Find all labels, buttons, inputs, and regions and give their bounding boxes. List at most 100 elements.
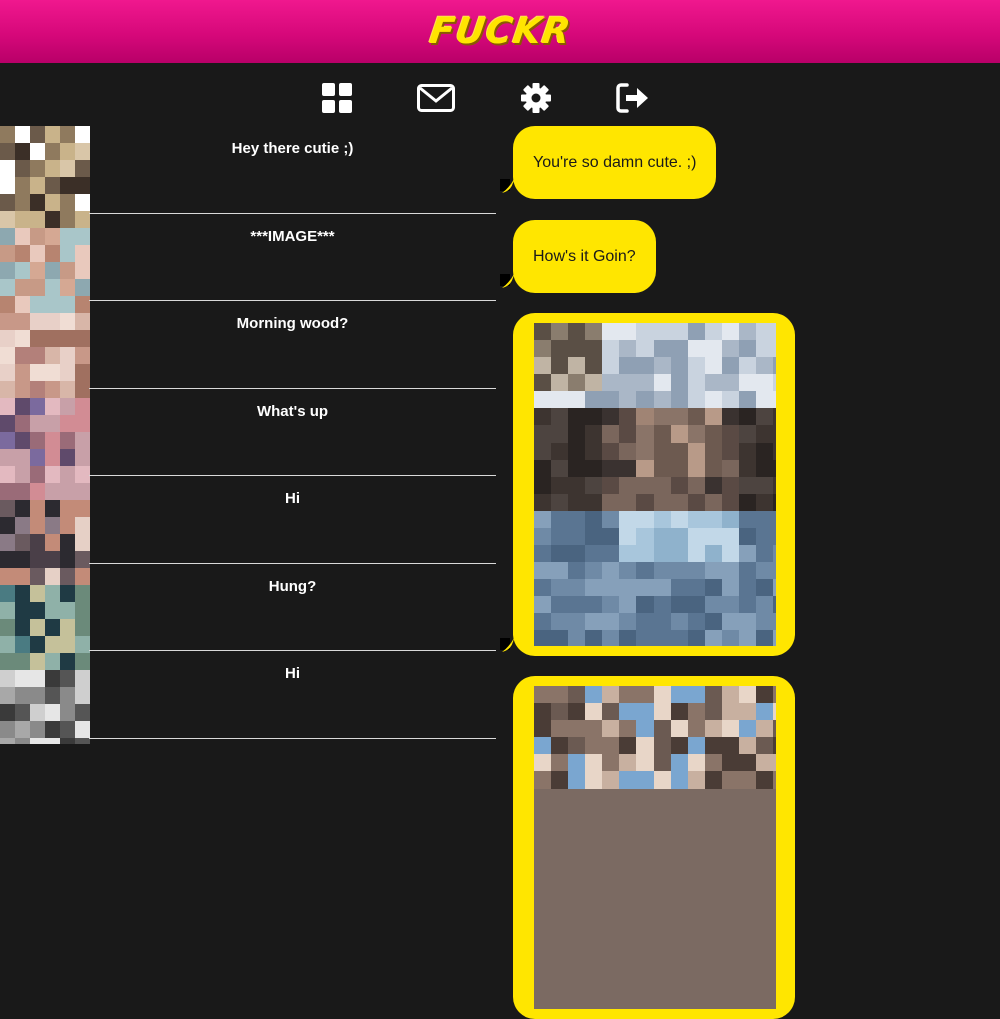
avatar-pixel <box>0 126 15 143</box>
avatar-pixel <box>0 330 15 347</box>
photo-pixel <box>704 545 723 564</box>
photo-pixel <box>534 562 552 581</box>
avatar-pixel <box>75 602 90 619</box>
app-header: FUCKR <box>0 0 1000 63</box>
photo-pixel <box>551 686 570 704</box>
photo-pixel <box>551 425 570 444</box>
photo-pixel <box>585 442 604 461</box>
photo-pixel <box>756 459 775 478</box>
photo-pixel <box>738 425 757 444</box>
photo-pixel <box>636 579 655 598</box>
message-photo[interactable] <box>534 323 776 646</box>
avatar-pixel <box>75 347 90 364</box>
photo-pixel <box>534 357 552 376</box>
photo-pixel <box>585 510 604 529</box>
conversation-item[interactable]: What's up <box>89 389 496 476</box>
avatar-pixel <box>15 160 30 177</box>
photo-pixel <box>619 391 638 410</box>
avatar-pixel <box>75 211 90 228</box>
avatar-pixel <box>30 449 45 466</box>
photo-pixel <box>756 391 775 410</box>
photo-pixel <box>602 493 621 512</box>
photo-pixel <box>585 323 604 341</box>
nav-messages-button[interactable] <box>416 78 456 118</box>
nav-logout-button[interactable] <box>613 78 653 118</box>
avatar-pixel <box>60 653 75 670</box>
photo-pixel <box>704 425 723 444</box>
photo-pixel <box>687 596 706 615</box>
app-logo[interactable]: FUCKR <box>427 11 574 52</box>
photo-pixel <box>721 754 740 773</box>
avatar-pixel <box>75 534 90 551</box>
photo-pixel <box>551 562 570 581</box>
photo-pixel <box>721 493 740 512</box>
photo-pixel <box>738 545 757 564</box>
photo-pixel <box>619 493 638 512</box>
photo-pixel <box>585 425 604 444</box>
photo-pixel <box>619 527 638 546</box>
photo-pixel <box>619 720 638 739</box>
photo-pixel <box>687 408 706 427</box>
avatar-pixel <box>60 296 75 313</box>
photo-pixel <box>670 408 689 427</box>
conversation-item[interactable]: Hi <box>89 476 496 564</box>
avatar-pixel <box>45 177 60 194</box>
avatar-pixel <box>45 415 60 432</box>
photo-pixel <box>585 340 604 359</box>
avatar-pixel <box>75 568 90 585</box>
avatar-pixel <box>0 228 15 245</box>
conversation-item[interactable]: Morning wood? <box>89 301 496 389</box>
avatar-pixel <box>30 483 45 500</box>
avatar-pixel <box>45 347 60 364</box>
photo-pixel <box>721 442 740 461</box>
photo-pixel <box>670 579 689 598</box>
photo-pixel <box>653 340 672 359</box>
photo-pixel <box>687 737 706 756</box>
avatar-pixel <box>60 721 75 738</box>
photo-pixel <box>773 476 776 495</box>
avatar-pixel <box>30 126 45 143</box>
photo-pixel <box>670 545 689 564</box>
photo-pixel <box>687 442 706 461</box>
avatar-pixel <box>60 262 75 279</box>
message-photo[interactable] <box>534 686 776 1009</box>
photo-pixel <box>773 340 776 359</box>
photo-pixel <box>568 510 587 529</box>
photo-pixel <box>670 686 689 704</box>
avatar-pixel <box>60 738 75 744</box>
nav-settings-button[interactable] <box>516 78 556 118</box>
avatar-pixel <box>0 466 15 483</box>
photo-pixel <box>704 510 723 529</box>
photo-pixel <box>653 374 672 393</box>
photo-pixel <box>551 476 570 495</box>
photo-pixel <box>551 374 570 393</box>
conversation-item[interactable]: ***IMAGE*** <box>89 214 496 301</box>
photo-pixel <box>687 323 706 341</box>
conversation-item[interactable]: Hung? <box>89 564 496 651</box>
image-message-bubble[interactable] <box>513 676 795 1019</box>
avatar-pixel <box>75 177 90 194</box>
photo-pixel <box>585 754 604 773</box>
photo-pixel <box>585 596 604 615</box>
photo-pixel <box>619 425 638 444</box>
photo-pixel <box>687 459 706 478</box>
nav-grid-button[interactable] <box>317 78 357 118</box>
conversation-avatars[interactable] <box>0 126 90 744</box>
avatar-pixel <box>75 687 90 704</box>
photo-pixel <box>670 323 689 341</box>
photo-pixel <box>653 391 672 410</box>
photo-pixel <box>653 596 672 615</box>
avatar-pixel <box>60 670 75 687</box>
image-message-bubble[interactable] <box>513 313 795 656</box>
avatar-pixel <box>30 330 45 347</box>
photo-pixel <box>773 391 776 410</box>
photo-pixel <box>619 579 638 598</box>
photo-pixel <box>721 323 740 341</box>
conversation-item[interactable]: Hey there cutie ;) <box>89 126 496 214</box>
conversation-item[interactable]: Hi <box>89 651 496 739</box>
avatar-pixel <box>15 483 30 500</box>
avatar-pixel <box>0 670 15 687</box>
avatar-pixel <box>0 245 15 262</box>
photo-pixel <box>551 459 570 478</box>
avatar-pixel <box>60 160 75 177</box>
